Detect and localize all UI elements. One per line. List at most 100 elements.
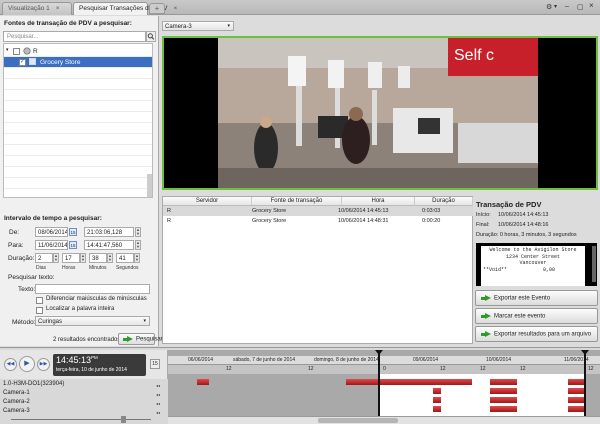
column-header-source[interactable]: Fonte de transação [252,197,342,206]
cell-duration: 0:03:03 [422,207,441,214]
day-label: 09/06/2014 [413,357,439,363]
camera-row-label[interactable]: 1.0-H3M-DO1(323904) [3,381,64,387]
case-sensitive-checkbox[interactable] [36,297,43,304]
grocery-store-checkbox[interactable]: ✓ [19,58,26,66]
hour-label: 12 [480,366,486,372]
close-icon[interactable]: × [174,5,178,12]
tree-scrollbar[interactable] [147,174,152,197]
cell-duration: 0:00:20 [422,217,441,224]
arrow-right-icon [481,313,491,319]
sources-tree[interactable]: ▾ R ✓ Grocery Store [3,43,153,198]
search-button[interactable]: Pesquisar [118,333,163,345]
from-date-field[interactable]: 08/06/2014 [35,227,68,237]
camera-select[interactable]: Camera-3 ▾ [162,21,234,31]
days-spinner[interactable]: ▲ ▼ [53,253,59,263]
case-sensitive-label: Diferenciar maiúsculas de minúsculas [46,296,147,302]
receipt-viewer[interactable]: Welcome to the Avigilon Store 1234 Cente… [476,243,597,286]
recording-segment[interactable] [379,379,472,385]
table-row[interactable]: R Grocery Store 10/06/2014 14:45:13 0:03… [163,206,473,216]
tab-pesquisar-pdv[interactable]: Pesquisar Transações de PDV × [73,2,177,15]
tree-root-label: R [33,47,38,55]
calendar-icon[interactable]: 15 [69,241,77,249]
method-select[interactable]: Curingas ▾ [35,316,150,326]
fast-forward-button[interactable]: ▶▶ [37,358,50,371]
mark-event-button[interactable]: Marcar este evento [475,308,598,324]
minutes-spinner[interactable]: ▲ ▼ [107,253,113,263]
to-time-field[interactable]: 14:41:47,560 [84,240,134,250]
zoom-slider-thumb[interactable] [121,416,126,423]
column-header-duration[interactable]: Duração [415,197,473,206]
recording-segment[interactable] [490,379,517,385]
timeline-scrollbar[interactable] [168,416,600,424]
recording-segment[interactable] [490,406,517,412]
export-event-button[interactable]: Exportar este Evento [475,290,598,306]
range-start-handle[interactable] [375,350,383,355]
root-checkbox[interactable] [13,47,20,55]
tree-node-root[interactable]: ▾ R [4,46,152,57]
calendar-icon[interactable]: 15 [150,359,160,369]
duration-seconds-field[interactable]: 41 [116,253,134,263]
recording-segment[interactable] [490,388,517,394]
end-label: Final: [476,222,490,228]
recording-segment[interactable] [433,388,441,394]
rewind-button[interactable]: ◀◀ [4,358,17,371]
range-end-handle[interactable] [581,350,589,355]
results-table[interactable]: Servidor Fonte de transação Hora Duração… [162,196,473,344]
recording-segment[interactable] [433,406,441,412]
video-player[interactable]: Self c [162,36,598,190]
hour-label: 0 [383,366,386,372]
timeline-row-expanders[interactable]: ◂◂ ◂◂ ◂◂ ◂◂ [156,381,160,417]
recording-segment[interactable] [490,397,517,403]
mark-event-label: Marcar este evento [494,313,546,320]
timeline-day-ruler: 06/06/2014 sábado, 7 de junho de 2014 do… [168,356,600,365]
tab-visualizacao[interactable]: Visualização 1 × [2,2,72,15]
recording-segment[interactable] [346,379,380,385]
hours-spinner[interactable]: ▲ ▼ [80,253,86,263]
search-text-field[interactable] [35,284,150,294]
from-time-field[interactable]: 21:03:06,128 [84,227,134,237]
transaction-detail: Transação de PDV Início: 10/06/2014 14:4… [475,196,598,346]
search-icon[interactable] [146,31,156,42]
timeline-tracks[interactable]: 06/06/2014 sábado, 7 de junho de 2014 do… [168,350,600,424]
collapse-icon[interactable]: ▾ [6,47,9,53]
duration-days-field[interactable]: 2 [35,253,53,263]
tree-empty-row [4,178,152,189]
zoom-slider[interactable] [3,416,163,423]
cell-server: R [167,217,171,224]
camera-row-label[interactable]: Camera-3 [3,408,30,414]
table-row[interactable]: R Grocery Store 10/06/2014 14:48:31 0:00… [163,216,473,226]
play-button[interactable]: ▶ [19,356,35,372]
column-header-time[interactable]: Hora [342,197,415,206]
camera-row-label[interactable]: Camera-1 [3,390,30,396]
to-date-field[interactable]: 11/06/2014 [35,240,68,250]
range-end-marker[interactable] [584,350,586,416]
tree-empty-row [4,123,152,134]
duration-minutes-field[interactable]: 38 [89,253,107,263]
tree-empty-row [4,90,152,101]
minimize-icon[interactable]: – [565,3,569,10]
recording-segment[interactable] [433,397,441,403]
chevron-down-icon[interactable]: ▾ [554,3,557,10]
tree-node-grocery-store[interactable]: ✓ Grocery Store [4,57,152,68]
export-results-button[interactable]: Exportar resultados para um arquivo [475,326,598,342]
to-time-spinner[interactable]: ▲ ▼ [135,240,141,250]
hours-unit-label: Horas [62,265,76,271]
receipt-scrollbar[interactable] [592,246,596,282]
close-icon[interactable]: × [56,5,60,12]
calendar-icon[interactable]: 15 [69,228,77,236]
range-start-marker[interactable] [378,350,380,416]
maximize-icon[interactable]: ▢ [577,3,584,11]
camera-row-label[interactable]: Camera-2 [3,399,30,405]
timeline-scroll-thumb[interactable] [318,418,398,423]
recording-segment[interactable] [197,379,209,385]
video-image: Self c [218,38,538,188]
add-tab-button[interactable]: + [149,3,165,14]
gear-icon[interactable]: ⚙ [546,3,552,11]
from-time-spinner[interactable]: ▲ ▼ [135,227,141,237]
sources-search-input[interactable]: Pesquisar... [3,31,146,42]
whole-word-checkbox[interactable] [36,307,43,314]
column-header-server[interactable]: Servidor [163,197,252,206]
seconds-spinner[interactable]: ▲ ▼ [134,253,140,263]
close-window-icon[interactable]: × [589,1,594,10]
duration-hours-field[interactable]: 17 [62,253,80,263]
